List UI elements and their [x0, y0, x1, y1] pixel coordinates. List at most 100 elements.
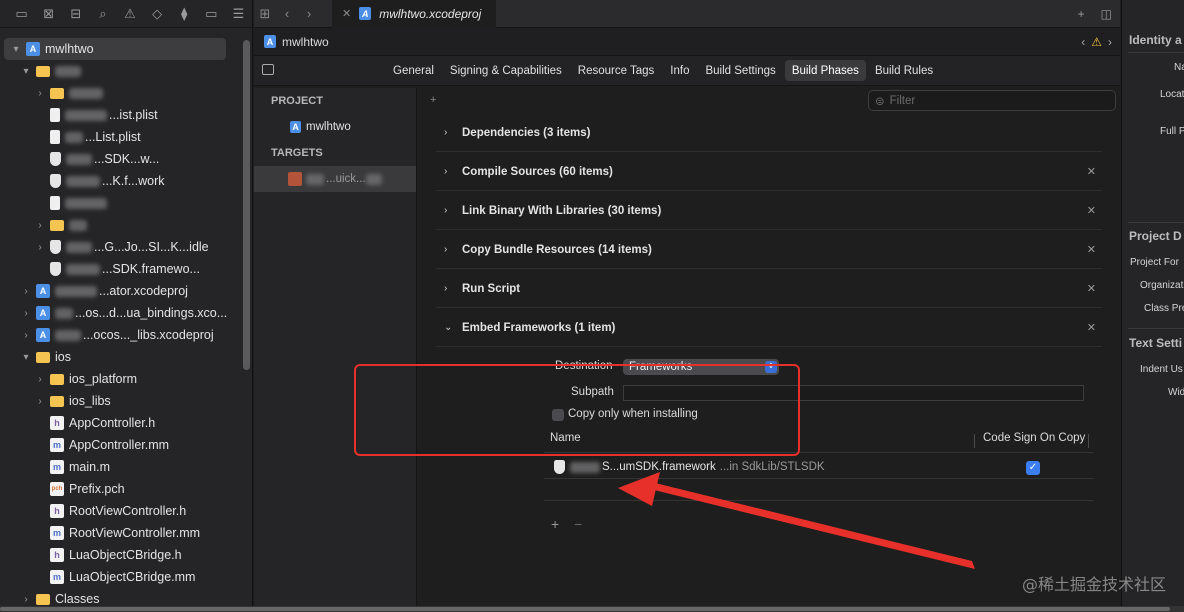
tree-item[interactable]: › A ...ocos..._libs.xcodeproj [0, 324, 240, 346]
tab-general[interactable]: General [386, 60, 441, 81]
tree-item[interactable]: › ...G...Jo...SI...K...idle [0, 236, 240, 258]
horizontal-scrollbar[interactable] [0, 607, 1170, 611]
grid-icon[interactable]: ⊞ [254, 6, 276, 22]
breakpoint-icon[interactable]: ▭ [198, 0, 225, 28]
add-framework-button[interactable]: + [551, 516, 559, 532]
framework-row[interactable]: S...umSDK.framework ...in SdkLib/STLSDK … [544, 456, 1094, 478]
remove-framework-button[interactable]: − [574, 516, 582, 532]
disclosure-closed-icon[interactable]: › [34, 396, 46, 407]
test-icon[interactable]: ⧫ [171, 0, 198, 28]
name-column-header[interactable]: Name [550, 432, 581, 444]
disclosure-closed-icon[interactable]: › [34, 242, 46, 253]
build-phase-row[interactable]: › Copy Bundle Resources (14 items) ✕ [436, 231, 1102, 269]
close-icon[interactable]: ✕ [1087, 282, 1096, 295]
add-build-phase-button[interactable]: + [430, 94, 436, 106]
chevron-right-icon[interactable]: › [436, 166, 454, 177]
build-phase-row[interactable]: › Compile Sources (60 items) ✕ [436, 153, 1102, 191]
destination-select[interactable]: Frameworks ⇕ [623, 359, 779, 375]
close-icon[interactable]: ✕ [1087, 321, 1096, 334]
tree-item[interactable]: ▾ [0, 60, 240, 82]
tab-signing-capabilities[interactable]: Signing & Capabilities [443, 60, 569, 81]
tab-build-rules[interactable]: Build Rules [868, 60, 940, 81]
disclosure-closed-icon[interactable]: › [34, 88, 46, 99]
diamond-icon[interactable]: ◇ [144, 0, 171, 28]
search-icon[interactable]: ⌕ [89, 0, 116, 28]
tab-project-file[interactable]: ✕ A mwlhtwo.xcodeproj [332, 0, 496, 28]
warning-icon[interactable]: ⚠ [116, 0, 143, 28]
split-editor-icon[interactable]: ◫ [1101, 7, 1112, 21]
chevron-right-icon[interactable]: › [436, 283, 454, 294]
hierarchy-icon[interactable]: ⊟ [62, 0, 89, 28]
tree-item[interactable]: pch Prefix.pch [0, 478, 240, 500]
tree-item[interactable]: m AppController.mm [0, 434, 240, 456]
close-icon[interactable]: ✕ [1087, 243, 1096, 256]
subpath-field[interactable] [623, 385, 1084, 401]
tree-item[interactable]: ▾ Amwlhtwo [4, 38, 226, 60]
chevron-down-icon[interactable]: ⌄ [436, 322, 454, 333]
folder-icon[interactable]: ▭ [8, 0, 35, 28]
navigator-scrollbar[interactable] [243, 40, 250, 370]
disclosure-closed-icon[interactable]: › [20, 308, 32, 319]
tree-item[interactable]: › A ...os...d...ua_bindings.xco... [0, 302, 240, 324]
jump-bar-title[interactable]: mwlhtwo [282, 35, 329, 49]
header-file-icon: h [50, 504, 64, 518]
chevron-right-icon[interactable]: › [436, 127, 454, 138]
tree-item[interactable]: m main.m [0, 456, 240, 478]
build-phase-row[interactable]: › Run Script ✕ [436, 270, 1102, 308]
disclosure-closed-icon[interactable]: › [20, 286, 32, 297]
chevron-right-icon[interactable]: › [436, 244, 454, 255]
header-separator [544, 452, 1094, 453]
disclosure-closed-icon[interactable]: › [34, 220, 46, 231]
tab-build-phases[interactable]: Build Phases [784, 60, 866, 81]
disclosure-open-icon[interactable]: ▾ [20, 66, 32, 77]
previous-issue-icon[interactable]: ‹ [1081, 35, 1085, 49]
disclosure-closed-icon[interactable]: › [20, 330, 32, 341]
disclosure-closed-icon[interactable]: › [20, 594, 32, 605]
tree-item[interactable] [0, 192, 240, 214]
chevron-right-icon[interactable]: › [436, 205, 454, 216]
tree-item[interactable]: › ios_libs [0, 390, 240, 412]
sidebar-toggle-icon[interactable] [262, 64, 274, 75]
report-icon[interactable]: ☰ [225, 0, 252, 28]
close-icon[interactable]: ✕ [342, 7, 351, 20]
tab-resource-tags[interactable]: Resource Tags [571, 60, 662, 81]
tree-item[interactable]: ...SDK...w... [0, 148, 240, 170]
tree-item[interactable]: ...ist.plist [0, 104, 240, 126]
close-icon[interactable]: ✕ [1087, 204, 1096, 217]
tree-item[interactable]: ...List.plist [0, 126, 240, 148]
code-sign-checkbox[interactable]: ✓ [1026, 461, 1040, 475]
tree-item[interactable]: ...SDK.framewo... [0, 258, 240, 280]
tree-item[interactable]: › [0, 214, 240, 236]
tab-info[interactable]: Info [663, 60, 696, 81]
build-phase-row[interactable]: › Dependencies (3 items) [436, 114, 1102, 152]
code-sign-column-header[interactable]: Code Sign On Copy [983, 432, 1085, 444]
tree-item-label: LuaObjectCBridge.h [69, 548, 182, 562]
tree-item[interactable]: h LuaObjectCBridge.h [0, 544, 240, 566]
tree-item[interactable]: ...K.f...work [0, 170, 240, 192]
close-icon[interactable]: ✕ [1087, 165, 1096, 178]
next-issue-icon[interactable]: › [1108, 35, 1112, 49]
disclosure-open-icon[interactable]: ▾ [20, 352, 32, 363]
forward-arrow-icon[interactable]: › [298, 6, 320, 21]
tree-item[interactable]: m RootViewController.mm [0, 522, 240, 544]
tree-item[interactable]: › A ...ator.xcodeproj [0, 280, 240, 302]
xmark-square-icon[interactable]: ⊠ [35, 0, 62, 28]
tree-item[interactable]: m LuaObjectCBridge.mm [0, 566, 240, 588]
tab-build-settings[interactable]: Build Settings [698, 60, 782, 81]
disclosure-open-icon[interactable]: ▾ [10, 44, 22, 55]
copy-only-checkbox[interactable] [552, 409, 564, 421]
project-item[interactable]: A mwlhtwo [254, 114, 416, 140]
add-tab-icon[interactable]: + [1078, 7, 1085, 21]
tree-item[interactable]: › [0, 82, 240, 104]
tree-item[interactable]: › ios_platform [0, 368, 240, 390]
filter-field[interactable]: ⊜ Filter [868, 90, 1116, 111]
tree-item[interactable]: h RootViewController.h [0, 500, 240, 522]
target-item[interactable]: ...uick... [254, 166, 416, 192]
build-phase-row[interactable]: › Link Binary With Libraries (30 items) ✕ [436, 192, 1102, 230]
tree-item[interactable]: h AppController.h [0, 412, 240, 434]
back-arrow-icon[interactable]: ‹ [276, 6, 298, 21]
build-phase-row[interactable]: ⌄ Embed Frameworks (1 item) ✕ [436, 309, 1102, 347]
tree-item[interactable]: ▾ ios [0, 346, 240, 368]
disclosure-closed-icon[interactable]: › [34, 374, 46, 385]
warning-icon[interactable]: ⚠ [1091, 35, 1102, 49]
